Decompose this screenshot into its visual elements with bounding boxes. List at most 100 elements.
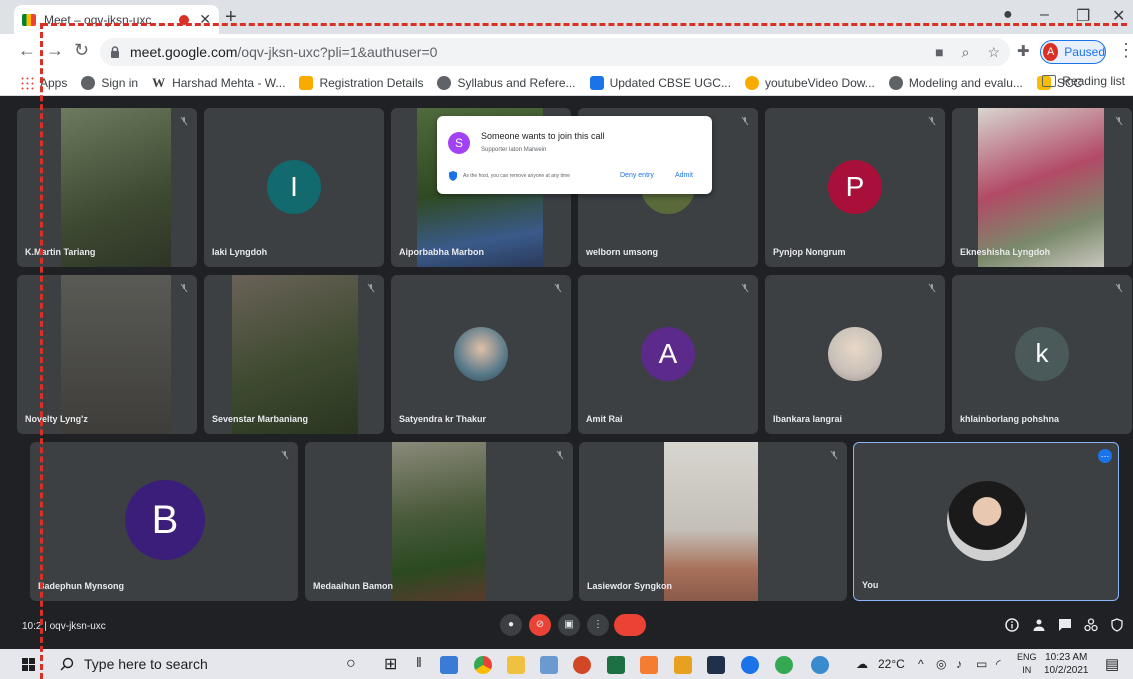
calculator-icon[interactable] (440, 656, 458, 674)
participant-tile[interactable]: A Amit Rai (578, 275, 758, 434)
registration-icon (299, 75, 314, 90)
bookmark-registration[interactable]: Registration Details (299, 75, 423, 90)
bookmark-harshad-mehta[interactable]: W Harshad Mehta - W... (152, 75, 285, 90)
browser-toolbar: ← → ↻ meet.google.com /oqv-jksn-uxc?pli=… (0, 34, 1133, 70)
participant-tile[interactable]: Ibankara langrai (765, 275, 945, 434)
powerpoint-icon[interactable] (573, 656, 591, 674)
bluetooth-icon[interactable] (741, 656, 759, 674)
chrome-taskbar-icon[interactable] (474, 656, 492, 674)
avatar: I (267, 160, 321, 214)
bookmark-modeling[interactable]: Modeling and evalu... (888, 75, 1023, 90)
address-bar[interactable]: meet.google.com /oqv-jksn-uxc?pli=1&auth… (100, 38, 1010, 66)
app-orange-icon[interactable] (640, 656, 658, 674)
participant-tile[interactable]: B Badephun Mynsong (30, 442, 298, 601)
participant-name: Amit Rai (586, 414, 623, 424)
mic-off-icon (180, 116, 188, 126)
task-view-icon[interactable]: ⊞ (384, 654, 397, 674)
lock-icon (111, 46, 119, 58)
tray-camera-icon[interactable]: ◎ (936, 657, 946, 671)
more-options-button[interactable]: ⋮ (587, 614, 609, 636)
whatsapp-icon[interactable] (775, 656, 793, 674)
language-indicator[interactable]: ENG IN (1017, 651, 1037, 677)
admit-button[interactable]: Admit (675, 172, 693, 179)
wifi-icon[interactable]: ◜ (996, 657, 1001, 671)
deny-entry-button[interactable]: Deny entry (620, 172, 654, 179)
participant-tile[interactable]: Lasiewdor Syngkon (579, 442, 847, 601)
mic-off-icon (281, 450, 289, 460)
terminal-icon[interactable] (707, 656, 725, 674)
mic-off-icon (180, 283, 188, 293)
weather-icon[interactable]: ☁ (856, 657, 868, 671)
mic-off-icon (741, 283, 749, 293)
participant-tile[interactable]: Sevenstar Marbaniang (204, 275, 384, 434)
bookmark-youtube-download[interactable]: youtubeVideo Dow... (744, 75, 875, 90)
excel-icon[interactable] (607, 656, 625, 674)
bookmark-syllabus[interactable]: Syllabus and Refere... (437, 75, 576, 90)
zoom-icon[interactable]: ⌕ (962, 44, 970, 61)
chrome-menu-icon[interactable]: ⋮ (1117, 40, 1133, 61)
participant-tile[interactable]: P Pynjop Nongrum (765, 108, 945, 267)
participant-name: khlainborlang pohshna (960, 414, 1060, 424)
extensions-icon[interactable]: ✚ (1017, 42, 1030, 60)
minimize-button[interactable]: – (1040, 6, 1049, 24)
self-tile[interactable]: You … (853, 442, 1119, 601)
sublime-text-icon[interactable] (674, 656, 692, 674)
taskbar-clock[interactable]: 10:23 AM 10/2/2021 (1044, 651, 1089, 677)
reading-list[interactable]: Reading list (1042, 74, 1125, 88)
profile-paused-button[interactable]: A Paused (1040, 40, 1106, 64)
info-icon[interactable] (1005, 618, 1019, 632)
participant-name: Ekneshisha Lyngdoh (960, 247, 1051, 257)
help-icon[interactable] (811, 656, 829, 674)
participant-tile[interactable]: I Iaki Lyngdoh (204, 108, 384, 267)
bookmark-sign-in[interactable]: Sign in (81, 75, 138, 90)
tab-meet[interactable]: Meet – oqv-jksn-uxc ✕ (14, 5, 219, 34)
camera-off-button[interactable]: ⊘ (529, 614, 551, 636)
bookmark-star-icon[interactable]: ☆ (987, 44, 1000, 61)
profile-menu-icon[interactable]: ● (1003, 6, 1013, 24)
cortana-icon[interactable]: ○ (346, 655, 356, 673)
activities-icon[interactable] (1084, 618, 1098, 632)
bookmark-cbse[interactable]: Updated CBSE UGC... (589, 75, 731, 90)
join-request-popup: S Someone wants to join this call Suppor… (437, 116, 712, 194)
volume-icon[interactable]: ♪ (956, 657, 962, 671)
participant-name: welborn umsong (586, 247, 658, 257)
requester-name: Supporter laton Marwein (481, 147, 547, 153)
present-screen-button[interactable]: ▣ (558, 614, 580, 636)
participant-tile[interactable]: K.Martin Tariang (17, 108, 197, 267)
host-controls-icon[interactable] (1110, 618, 1124, 632)
meet-control-bar: 10:2 | oqv-jksn-uxc ● ⊘ ▣ ⋮ (0, 609, 1133, 649)
participant-tile[interactable]: k khlainborlang pohshna (952, 275, 1132, 434)
end-call-button[interactable] (614, 614, 646, 636)
reload-button[interactable]: ↻ (74, 40, 89, 61)
more-options-icon[interactable]: … (1098, 449, 1112, 463)
battery-icon[interactable]: ▭ (976, 657, 987, 671)
people-icon[interactable] (1032, 618, 1046, 632)
avatar: A (641, 327, 695, 381)
apps-grid-icon (20, 75, 34, 90)
chat-icon[interactable] (1058, 618, 1072, 632)
avatar (454, 327, 508, 381)
requester-avatar: S (448, 132, 470, 154)
windows-start-icon[interactable] (22, 658, 35, 671)
participant-name: Medaaihun Bamon (313, 581, 394, 591)
taskbar-search[interactable]: Type here to search (50, 649, 330, 679)
avatar: B (125, 480, 205, 560)
tray-chevron-icon[interactable]: ^ (918, 657, 924, 671)
participant-tile[interactable]: Novelty Lyng'z (17, 275, 197, 434)
notifications-icon[interactable]: ▤ (1105, 655, 1119, 673)
microphone-button[interactable]: ● (500, 614, 522, 636)
camera-icon[interactable]: ■ (935, 44, 943, 61)
video-feed (61, 108, 171, 267)
file-explorer-icon[interactable] (507, 656, 525, 674)
bookmark-apps[interactable]: Apps (20, 75, 67, 90)
forward-button[interactable]: → (46, 40, 64, 61)
photos-icon[interactable] (540, 656, 558, 674)
participant-tile[interactable]: Satyendra kr Thakur (391, 275, 571, 434)
back-button[interactable]: ← (18, 40, 36, 61)
participant-tile[interactable]: Medaaihun Bamon (305, 442, 573, 601)
mic-off-icon (741, 116, 749, 126)
mic-off-icon (1115, 283, 1123, 293)
participant-tile[interactable]: Ekneshisha Lyngdoh (952, 108, 1132, 267)
dashed-guide-vertical (40, 23, 43, 679)
meet-favicon-icon (22, 13, 36, 26)
